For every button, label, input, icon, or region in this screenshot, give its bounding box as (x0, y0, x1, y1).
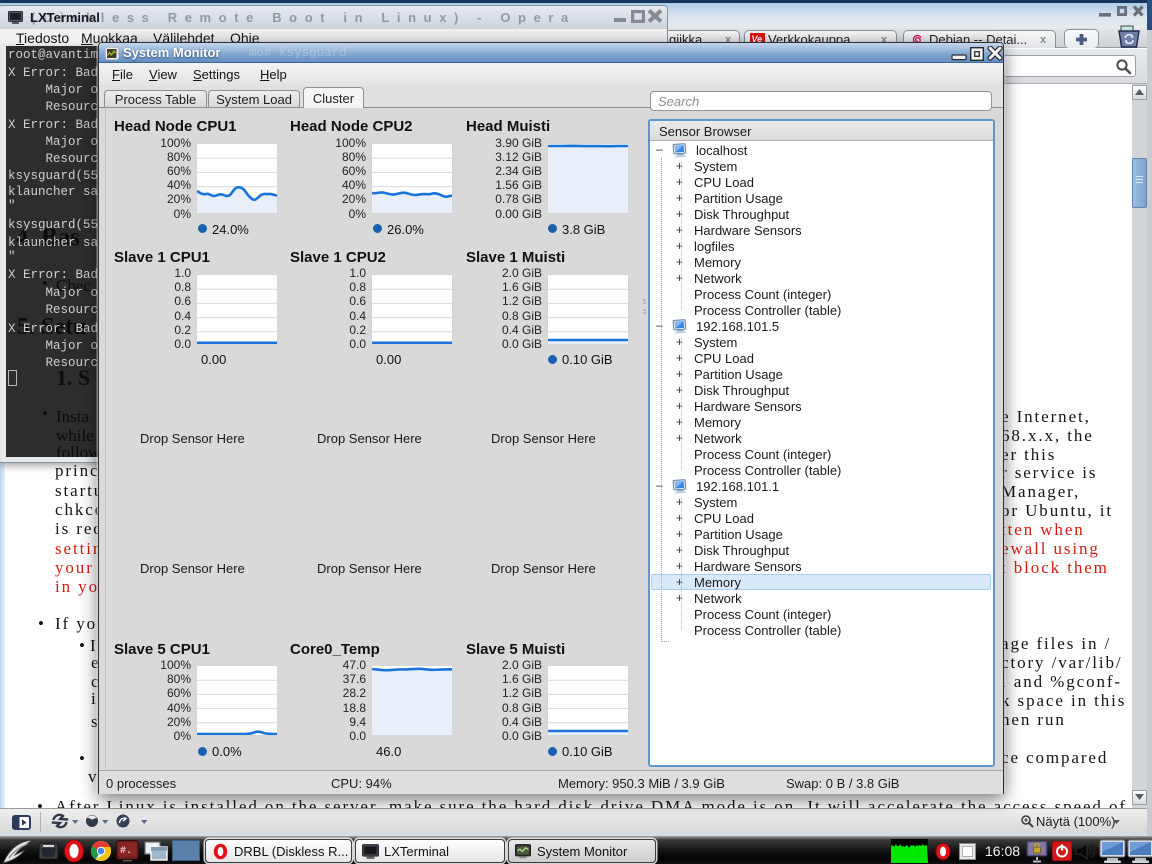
svg-text:#.: #. (120, 846, 132, 857)
